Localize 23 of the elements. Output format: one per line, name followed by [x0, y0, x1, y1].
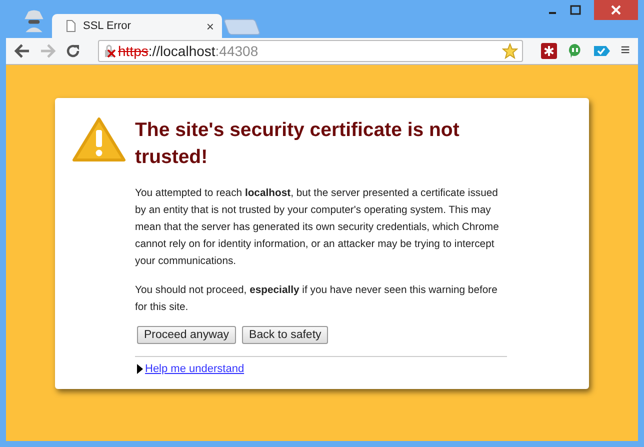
- warning-paragraph: You attempted to reach localhost, but the server presented a certificate issued by an entity that is not trusted by your computer's operating system. This may mean that the server has generated its own security credentials, which Chrome cannot rely on for identity information, or an attacker may be trying to intercept your communications.: [135, 187, 500, 269]
- reload-icon[interactable]: [66, 44, 80, 58]
- chat-bubble-icon[interactable]: [566, 43, 583, 59]
- close-tab-button[interactable]: ×: [206, 18, 214, 34]
- close-button[interactable]: [594, 0, 638, 20]
- warning-icon: [71, 116, 127, 164]
- menu-button[interactable]: ≡: [620, 42, 630, 60]
- close-icon: [611, 5, 621, 15]
- back-icon[interactable]: [14, 44, 30, 58]
- disclosure-triangle-icon[interactable]: [137, 364, 143, 374]
- tab-title: SSL Error: [83, 20, 132, 32]
- asterisk-extension-icon[interactable]: [540, 43, 557, 59]
- page-icon: [66, 20, 76, 32]
- star-icon[interactable]: [502, 43, 518, 59]
- tag-icon[interactable]: [592, 44, 611, 58]
- address-field[interactable]: https://localhost:44308: [98, 40, 523, 62]
- help-link[interactable]: Help me understand: [145, 363, 244, 375]
- warning-paragraph: You should not proceed, especially if you have never seen this warning before for this site.: [135, 284, 498, 315]
- warning-title: The site's security certificate is not trusted!: [135, 118, 460, 170]
- action-button[interactable]: Proceed anyway: [137, 326, 236, 344]
- maximize-icon[interactable]: [570, 5, 582, 15]
- browser-tab[interactable]: SSL Error ×: [52, 14, 222, 38]
- action-button[interactable]: Back to safety: [242, 326, 328, 344]
